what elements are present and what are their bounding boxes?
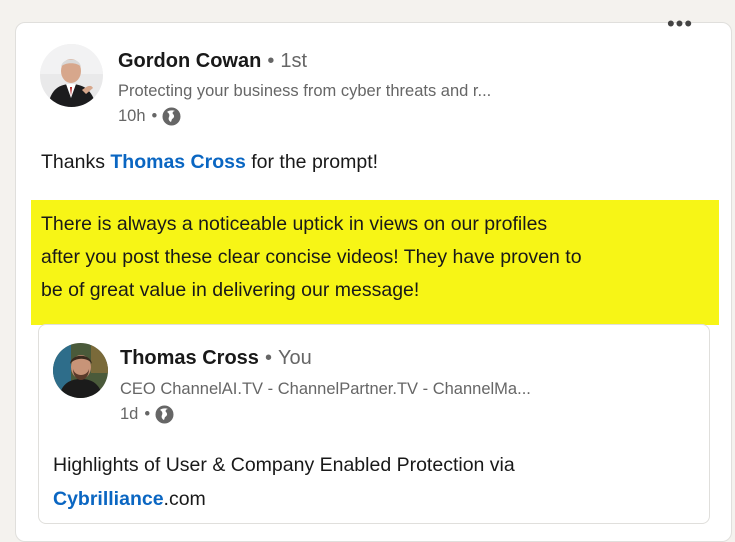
time-separator: • — [151, 107, 158, 125]
highlighted-text: There is always a noticeable uptick in v… — [41, 208, 582, 307]
author-name[interactable]: Gordon Cowan — [118, 50, 261, 72]
reshare-text-line: Cybrilliance.com — [53, 482, 515, 516]
author-name-line: Gordon Cowan • 1st — [118, 50, 307, 73]
mention-link[interactable]: Thomas Cross — [110, 151, 245, 173]
post-time: 10h — [118, 107, 146, 125]
post-text-prefix: Thanks — [41, 151, 111, 173]
reshare-text: Highlights of User & Company Enabled Pro… — [53, 448, 515, 516]
connection-degree: 1st — [280, 50, 308, 72]
highlight-line: There is always a noticeable uptick in v… — [41, 213, 548, 235]
reshare-author-name-line: Thomas Cross • You — [120, 347, 312, 370]
degree-separator: • — [264, 347, 272, 369]
post-time: 1d — [120, 405, 139, 423]
reshare-author-headline: CEO ChannelAI.TV - ChannelPartner.TV - C… — [120, 380, 531, 398]
highlight-line: be of great value in delivering our mess… — [41, 279, 420, 301]
link-suffix: .com — [163, 488, 206, 510]
reshare-post-meta: 1d • — [120, 405, 174, 424]
author-headline: Protecting your business from cyber thre… — [118, 82, 492, 100]
globe-icon — [162, 107, 181, 126]
more-options-icon[interactable]: ••• — [660, 11, 700, 36]
post-text: Thanks Thomas Cross for the prompt! — [41, 151, 378, 174]
reshare-author-name[interactable]: Thomas Cross — [120, 347, 259, 369]
degree-separator: • — [267, 50, 275, 72]
cybrilliance-link[interactable]: Cybrilliance — [53, 488, 164, 510]
post-meta: 10h • — [118, 107, 181, 126]
highlight-line: after you post these clear concise video… — [41, 246, 582, 268]
connection-degree: You — [277, 347, 312, 369]
reshare-text-line: Highlights of User & Company Enabled Pro… — [53, 454, 515, 476]
reshare-author-avatar[interactable] — [53, 343, 108, 398]
author-avatar[interactable] — [40, 44, 103, 107]
post-text-suffix: for the prompt! — [245, 151, 379, 173]
globe-icon — [155, 405, 174, 424]
time-separator: • — [144, 405, 151, 423]
